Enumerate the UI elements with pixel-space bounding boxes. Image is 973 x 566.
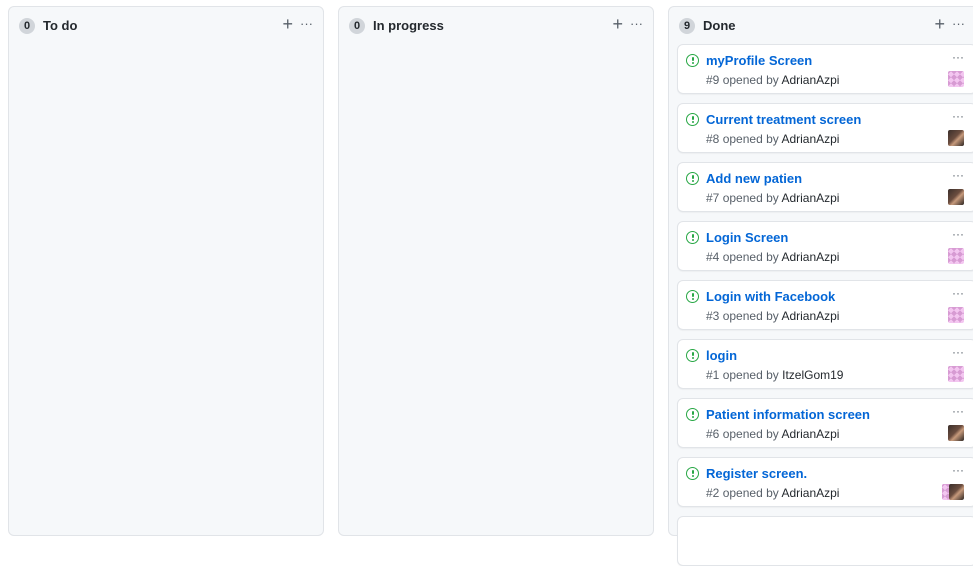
opened-by-text: opened by [722, 191, 779, 205]
open-issue-icon [686, 290, 699, 303]
card-menu-ellipsis-icon[interactable]: ··· [952, 464, 964, 476]
author-link[interactable]: AdrianAzpi [781, 309, 839, 323]
open-issue-icon [686, 467, 699, 480]
column-menu-ellipsis-icon[interactable]: ··· [630, 15, 643, 33]
opened-by-text: opened by [722, 427, 779, 441]
issue-number: #4 [706, 250, 720, 264]
issue-title-link[interactable]: login [706, 348, 737, 363]
card-menu-ellipsis-icon[interactable]: ··· [952, 110, 964, 122]
issue-meta: #8 opened by AdrianAzpi [706, 132, 839, 147]
identicon-avatar[interactable] [948, 307, 964, 323]
opened-by-text: opened by [722, 132, 779, 146]
card-menu-ellipsis-icon[interactable]: ··· [952, 346, 964, 358]
column-header: 0 To do + ··· [19, 15, 313, 36]
issue-meta: #3 opened by AdrianAzpi [706, 309, 839, 324]
opened-by-text: opened by [722, 250, 779, 264]
author-link[interactable]: AdrianAzpi [781, 486, 839, 500]
issue-meta: #7 opened by AdrianAzpi [706, 191, 839, 206]
column-title: To do [43, 18, 78, 33]
column-title: Done [703, 18, 736, 33]
column-header: 0 In progress + ··· [349, 15, 643, 36]
issue-meta: #9 opened by AdrianAzpi [706, 73, 839, 88]
card-menu-ellipsis-icon[interactable]: ··· [952, 405, 964, 417]
issue-meta: #6 opened by AdrianAzpi [706, 427, 839, 442]
opened-by-text: opened by [722, 486, 779, 500]
issue-card[interactable]: Current treatment screen #8 opened by Ad… [677, 103, 973, 153]
photo-avatar[interactable] [948, 425, 964, 441]
open-issue-icon [686, 231, 699, 244]
author-link[interactable]: AdrianAzpi [781, 250, 839, 264]
issue-number: #1 [706, 368, 720, 382]
issue-title-link[interactable]: Register screen. [706, 466, 807, 481]
issue-number: #8 [706, 132, 720, 146]
issue-number: #2 [706, 486, 720, 500]
card-menu-ellipsis-icon[interactable]: ··· [952, 169, 964, 181]
issue-card-partial[interactable] [677, 516, 973, 566]
identicon-avatar[interactable] [948, 248, 964, 264]
opened-by-text: opened by [722, 73, 779, 87]
issue-title-link[interactable]: Current treatment screen [706, 112, 861, 127]
column-header: 9 Done + ··· [679, 15, 973, 36]
open-issue-icon [686, 172, 699, 185]
identicon-avatar[interactable] [948, 71, 964, 87]
identicon-avatar[interactable] [948, 366, 964, 382]
author-link[interactable]: AdrianAzpi [781, 73, 839, 87]
opened-by-text: opened by [722, 309, 779, 323]
issue-title-link[interactable]: Login with Facebook [706, 289, 835, 304]
open-issue-icon [686, 54, 699, 67]
issue-number: #7 [706, 191, 720, 205]
issue-card[interactable]: myProfile Screen #9 opened by AdrianAzpi… [677, 44, 973, 94]
column-to-do: 0 To do + ··· [8, 6, 324, 536]
card-menu-ellipsis-icon[interactable]: ··· [952, 228, 964, 240]
issue-number: #9 [706, 73, 720, 87]
column-done: 9 Done + ··· myProfile Screen #9 opened … [668, 6, 973, 566]
issue-title-link[interactable]: Patient information screen [706, 407, 870, 422]
issue-number: #6 [706, 427, 720, 441]
issue-meta: #4 opened by AdrianAzpi [706, 250, 839, 265]
author-link[interactable]: AdrianAzpi [781, 427, 839, 441]
column-menu-ellipsis-icon[interactable]: ··· [952, 15, 965, 33]
issue-card[interactable]: Patient information screen #6 opened by … [677, 398, 973, 448]
issue-title-link[interactable]: Login Screen [706, 230, 788, 245]
photo-avatar[interactable] [949, 484, 964, 500]
photo-avatar[interactable] [948, 130, 964, 146]
opened-by-text: opened by [722, 368, 779, 382]
open-issue-icon [686, 113, 699, 126]
issue-meta: #2 opened by AdrianAzpi [706, 486, 839, 501]
issue-title-link[interactable]: Add new patien [706, 171, 802, 186]
card-count-badge: 0 [19, 18, 35, 34]
issue-card[interactable]: Login Screen #4 opened by AdrianAzpi ··· [677, 221, 973, 271]
card-menu-ellipsis-icon[interactable]: ··· [952, 51, 964, 63]
assignee-avatars[interactable] [942, 484, 964, 500]
open-issue-icon [686, 349, 699, 362]
add-card-plus-icon[interactable]: + [934, 15, 945, 33]
issue-card[interactable]: Register screen. #2 opened by AdrianAzpi… [677, 457, 973, 507]
author-link[interactable]: AdrianAzpi [781, 132, 839, 146]
author-link[interactable]: AdrianAzpi [781, 191, 839, 205]
photo-avatar[interactable] [948, 189, 964, 205]
issue-number: #3 [706, 309, 720, 323]
issue-card[interactable]: Login with Facebook #3 opened by AdrianA… [677, 280, 973, 330]
issue-card[interactable]: login #1 opened by ItzelGom19 ··· [677, 339, 973, 389]
add-card-plus-icon[interactable]: + [282, 15, 293, 33]
card-menu-ellipsis-icon[interactable]: ··· [952, 287, 964, 299]
card-count-badge: 0 [349, 18, 365, 34]
column-title: In progress [373, 18, 444, 33]
issue-meta: #1 opened by ItzelGom19 [706, 368, 843, 383]
author-link[interactable]: ItzelGom19 [782, 368, 843, 382]
issue-card[interactable]: Add new patien #7 opened by AdrianAzpi ·… [677, 162, 973, 212]
add-card-plus-icon[interactable]: + [612, 15, 623, 33]
column-in-progress: 0 In progress + ··· [338, 6, 654, 536]
column-menu-ellipsis-icon[interactable]: ··· [300, 15, 313, 33]
open-issue-icon [686, 408, 699, 421]
card-count-badge: 9 [679, 18, 695, 34]
issue-title-link[interactable]: myProfile Screen [706, 53, 812, 68]
